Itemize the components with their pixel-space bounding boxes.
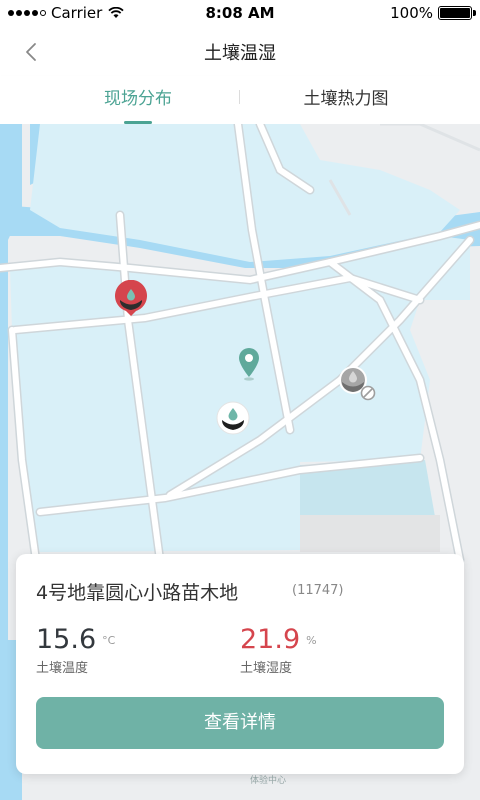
tab-soil-heatmap[interactable]: 土壤热力图 <box>266 84 426 124</box>
location-marker-icon <box>239 348 259 381</box>
temperature-metric: 15.6 °C 土壤温度 <box>36 624 115 676</box>
tab-divider <box>239 90 240 104</box>
tab-field-distribution[interactable]: 现场分布 <box>58 84 218 124</box>
nav-bar: 土壤温湿 <box>0 26 480 76</box>
humidity-label: 土壤湿度 <box>240 661 293 676</box>
status-right: 100% <box>390 4 476 22</box>
sensor-pin-normal[interactable] <box>214 400 252 440</box>
sensor-pin-offline[interactable] <box>334 362 378 406</box>
humidity-unit: % <box>306 634 317 647</box>
water-drop-offline-icon <box>339 366 376 401</box>
location-pin[interactable] <box>236 346 262 382</box>
water-drop-icon <box>216 401 250 435</box>
sensor-pin-alert[interactable] <box>112 280 150 318</box>
sensor-info-card: 4号地靠圆心小路苗木地 (11747) 15.6 °C 土壤温度 21.9% 土壤… <box>16 554 464 774</box>
temperature-unit: °C <box>102 634 116 647</box>
humidity-value: 21.9 <box>240 624 301 655</box>
view-details-button[interactable]: 查看详情 <box>36 697 444 749</box>
water-drop-icon <box>115 280 147 316</box>
battery-icon <box>438 6 476 20</box>
page-title: 土壤温湿 <box>204 43 276 64</box>
screen: Carrier 8:08 AM 100% 土壤温湿 现场分布 土壤热力图 体验中… <box>0 0 480 800</box>
temperature-value: 15.6 <box>36 624 97 655</box>
tab-bar: 现场分布 土壤热力图 <box>0 76 480 124</box>
battery-percent: 100% <box>390 4 433 22</box>
map-place-label: 体验中心 <box>250 776 287 786</box>
status-bar: Carrier 8:08 AM 100% <box>0 0 480 26</box>
card-title: 4号地靠圆心小路苗木地 <box>36 582 239 604</box>
temperature-label: 土壤温度 <box>36 661 89 676</box>
humidity-metric: 21.9% 土壤湿度 <box>240 624 317 676</box>
card-sensor-id: (11747) <box>292 583 344 598</box>
